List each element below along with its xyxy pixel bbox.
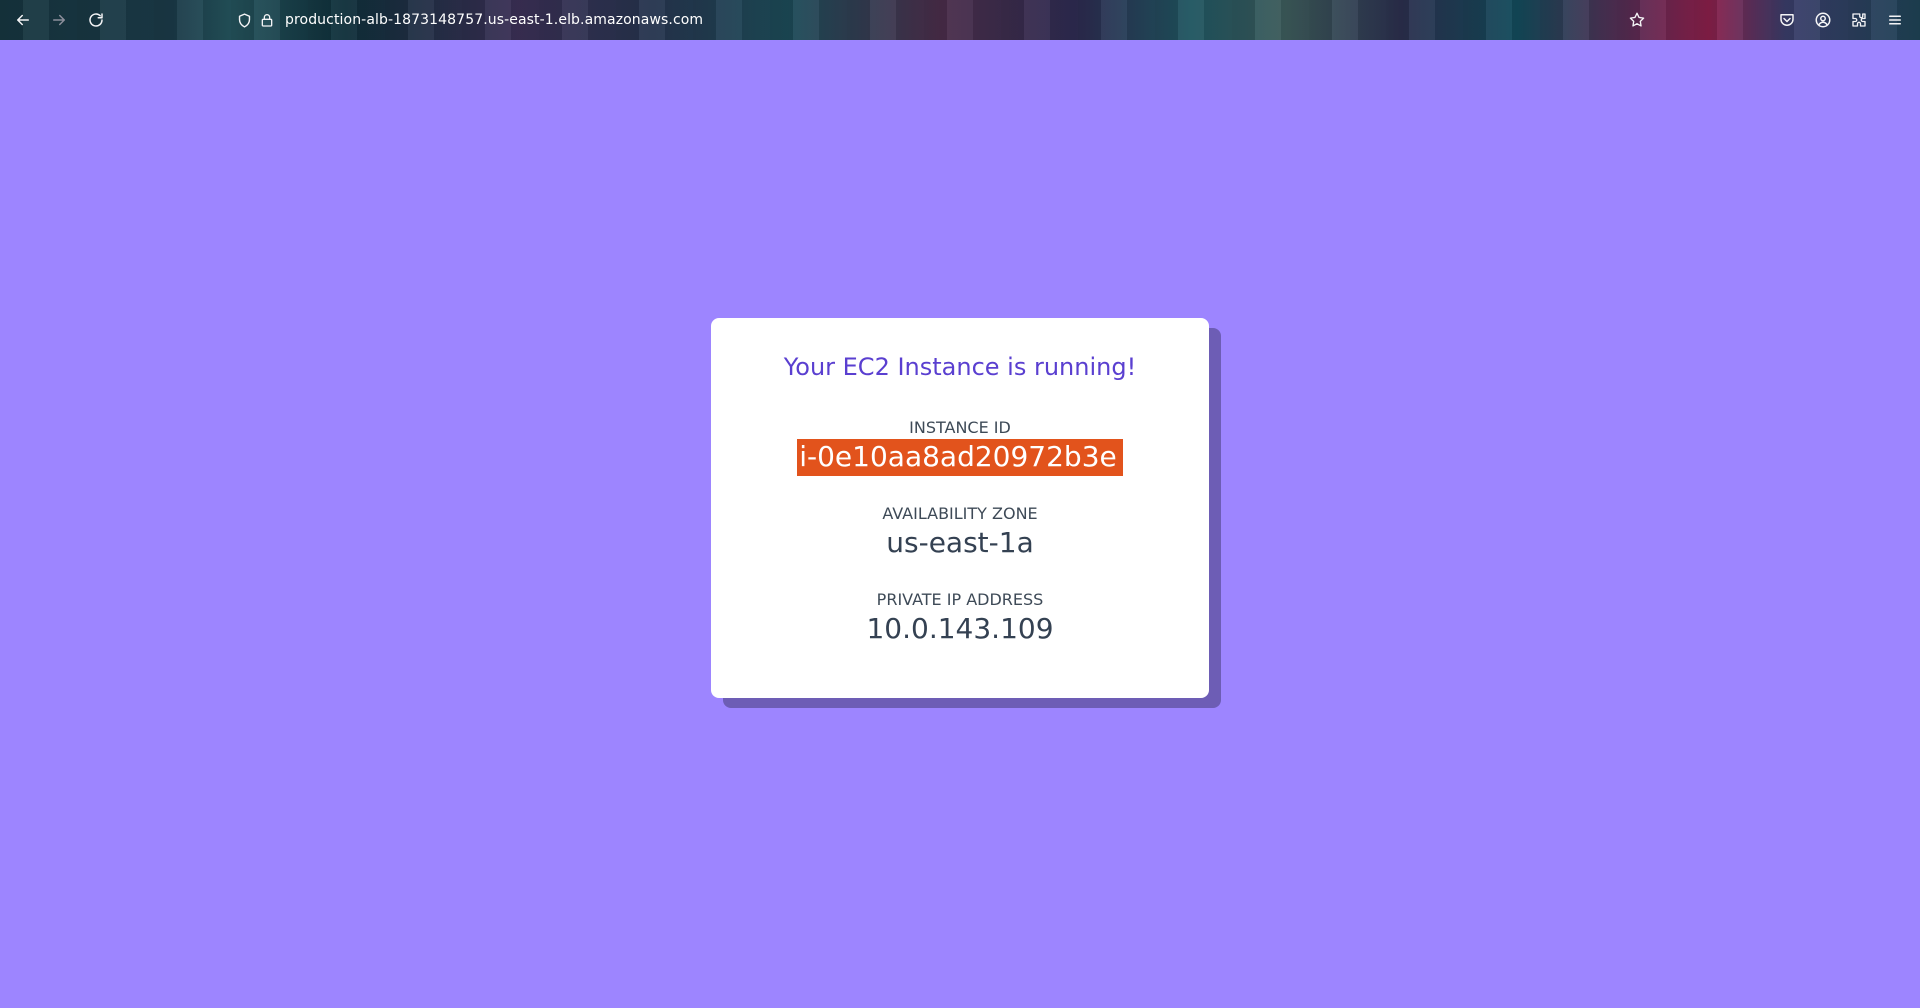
shield-icon[interactable] <box>236 12 253 29</box>
instance-info-card: Your EC2 Instance is running! INSTANCE I… <box>711 318 1209 698</box>
url-text[interactable]: production-alb-1873148757.us-east-1.elb.… <box>285 12 703 28</box>
bookmark-button[interactable] <box>1625 8 1649 32</box>
instance-id-label: INSTANCE ID <box>909 418 1011 437</box>
account-icon <box>1815 12 1831 28</box>
instance-id-value[interactable]: i-0e10aa8ad20972b3e <box>711 439 1209 476</box>
extensions-icon <box>1852 13 1866 27</box>
address-bar[interactable]: production-alb-1873148757.us-east-1.elb.… <box>236 6 703 34</box>
forward-button[interactable] <box>47 8 71 32</box>
page-title: Your EC2 Instance is running! <box>783 353 1137 381</box>
back-button[interactable] <box>11 8 35 32</box>
back-icon <box>17 14 29 26</box>
browser-toolbar: production-alb-1873148757.us-east-1.elb.… <box>0 0 1920 40</box>
selected-text-highlight[interactable]: i-0e10aa8ad20972b3e <box>797 439 1123 476</box>
private-ip-label: PRIVATE IP ADDRESS <box>876 590 1044 609</box>
account-button[interactable] <box>1811 8 1835 32</box>
lock-icon[interactable] <box>259 12 275 28</box>
pocket-button[interactable] <box>1775 8 1799 32</box>
bookmark-star-icon <box>1629 12 1645 27</box>
extensions-button[interactable] <box>1847 8 1871 32</box>
reload-icon <box>89 13 103 27</box>
forward-icon <box>53 14 65 26</box>
availability-zone-value: us-east-1a <box>886 526 1034 559</box>
pocket-icon <box>1780 14 1794 26</box>
availability-zone-label: AVAILABILITY ZONE <box>882 504 1038 523</box>
menu-button[interactable] <box>1883 8 1907 32</box>
reload-button[interactable] <box>84 8 108 32</box>
menu-icon <box>1889 15 1901 25</box>
private-ip-value: 10.0.143.109 <box>866 612 1054 645</box>
